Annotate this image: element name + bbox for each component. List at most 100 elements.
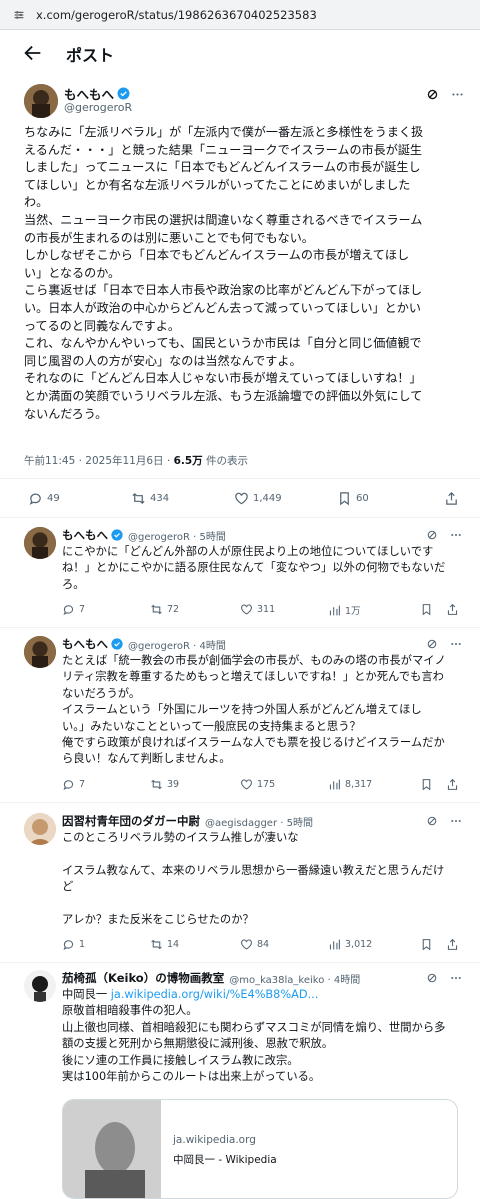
reply-text-line: ないだろうが。 — [62, 686, 141, 700]
repost-button[interactable]: 14 — [150, 938, 179, 951]
reply-text-line: たとえば「統一教会の市長が創価学会の市長が、ものみの塔の市長がマイノ — [62, 654, 446, 667]
post-body-line: しかしなぜそこから「日本でもどんどんイスラームの市長が増えてほし — [24, 248, 410, 263]
bookmark-icon[interactable] — [420, 938, 433, 951]
share-icon[interactable] — [444, 491, 459, 506]
grok-icon[interactable] — [426, 815, 438, 827]
repost-button[interactable]: 434 — [131, 491, 169, 506]
page-header: ポスト — [0, 30, 480, 76]
reply-author-name[interactable]: 因習村青年団のダガー中尉 — [62, 813, 200, 829]
post-timestamp[interactable]: 午前11:45 · 2025年11月6日 · 6.5万 件の表示 — [24, 453, 248, 468]
like-button[interactable]: 311 — [240, 603, 275, 616]
avatar[interactable] — [24, 813, 56, 845]
reply-top-icons — [426, 972, 462, 984]
reply-text-line: 中岡艮一 ja.wikipedia.org/wiki/%E4%B8%AD... — [62, 987, 318, 1003]
avatar[interactable] — [24, 84, 58, 118]
reply-icon — [29, 493, 41, 505]
reply-button[interactable]: 49 — [28, 491, 60, 506]
reply-icon — [63, 605, 74, 616]
share-icon[interactable] — [446, 778, 459, 791]
post-body-line: えるんだ・・・」と競った結果「ニューヨークでイスラームの市長が誕生 — [24, 142, 423, 157]
back-arrow-icon[interactable] — [22, 42, 44, 64]
grok-icon[interactable] — [426, 88, 439, 101]
avatar-image — [24, 527, 56, 559]
post-body-line: しました」ってニュースに「日本でもどんどんイスラームの市長が誕生し — [24, 160, 421, 175]
browser-address-bar[interactable]: x.com/gerogeroR/status/19862636704025235… — [0, 0, 480, 30]
reply-button[interactable]: 7 — [62, 603, 85, 616]
post-body-line: ってるのと同義なんですよ。 — [24, 318, 181, 333]
reply-text-line: ら良い！なんて判断しませんよ。 — [62, 752, 231, 766]
views-button[interactable]: 8,317 — [328, 778, 372, 791]
share-icon[interactable] — [446, 938, 459, 951]
views-icon — [329, 605, 340, 616]
post-body-line: い。日本人が政治の中心からどんどん去って減っていってほしい」とかい — [24, 300, 421, 315]
repost-icon — [132, 492, 145, 505]
repost-button[interactable]: 39 — [150, 778, 179, 791]
reply-author-row: もへもへ @gerogeroR · 4時間 — [62, 636, 226, 652]
reply-meta: @gerogeroR · 5時間 — [128, 531, 226, 543]
bookmark-icon[interactable] — [420, 603, 433, 616]
grok-icon[interactable] — [426, 529, 438, 541]
views-count: 8,317 — [345, 778, 373, 790]
share-icon[interactable] — [446, 603, 459, 616]
bookmark-icon[interactable] — [420, 778, 433, 791]
reply-text-line: イスラム教なんて、本来のリベラル思想から一番縁遠い教えだと思うんだけ — [62, 863, 445, 877]
reply-count: 49 — [47, 493, 60, 504]
reply-author-row: もへもへ @gerogeroR · 5時間 — [62, 527, 226, 543]
repost-button[interactable]: 72 — [150, 603, 179, 616]
post-body-line: 当然、ニューヨーク市民の選択は間違いなく尊重されるべきでイスラーム — [24, 212, 423, 227]
repost-count: 72 — [167, 604, 180, 616]
views-icon — [329, 779, 340, 790]
author-handle[interactable]: @gerogeroR — [64, 101, 132, 114]
like-button[interactable]: 175 — [240, 778, 275, 791]
grok-icon[interactable] — [426, 638, 438, 650]
views-button[interactable]: 1万 — [328, 603, 361, 617]
views-count: 6.5万 — [173, 455, 203, 467]
site-info-icon[interactable] — [12, 8, 26, 22]
repost-count: 434 — [150, 493, 170, 504]
reply-text-line: アレか？また反米をこじらせたのか？ — [62, 913, 254, 926]
more-options-icon[interactable] — [450, 815, 462, 827]
reply-icon — [63, 940, 74, 951]
reply-text-line: イスラームという「外国にルーツを持つ外国人系がどんどん増えてほし — [62, 703, 422, 717]
avatar-image — [24, 84, 58, 118]
bookmark-icon — [340, 492, 349, 506]
like-button[interactable]: 1,449 — [234, 491, 282, 506]
more-options-icon[interactable] — [450, 638, 462, 650]
divider — [0, 478, 480, 479]
divider — [0, 627, 480, 629]
reply-author-name[interactable]: 茄椅孤（Keiko）の博物画教室 — [62, 970, 224, 986]
reply-button[interactable]: 1 — [62, 938, 85, 951]
like-count: 1,449 — [253, 493, 282, 504]
more-options-icon[interactable] — [450, 529, 462, 541]
reply-text-line: 俺ですら政策が良ければイスラームな人でも票を投じるけどイスラームだか — [62, 736, 445, 749]
reply-button[interactable]: 7 — [62, 778, 85, 791]
post-body-line: ちなみに「左派リベラル」が「左派内で僕が一番左派と多様性をうまく扱 — [24, 125, 424, 139]
reply-icon — [63, 780, 74, 790]
reply-text-line: このところリベラル勢のイスラム推しが凄いな — [62, 831, 299, 844]
reply-count: 1 — [79, 939, 86, 951]
post-top-icons — [426, 88, 464, 101]
grok-icon[interactable] — [426, 972, 438, 984]
avatar[interactable] — [24, 636, 56, 668]
more-options-icon[interactable] — [450, 972, 462, 984]
reply-author-name[interactable]: もへもへ — [62, 636, 108, 652]
avatar[interactable] — [24, 527, 56, 559]
avatar[interactable] — [24, 970, 56, 1002]
post-body-line: の市長が生まれるのは別に悪いことでも何でもない。 — [24, 230, 314, 245]
post-body-line: それなのに「どんどん日本人じゃない市長が増えていってほしいすね！」 — [24, 371, 422, 386]
link-preview-card[interactable]: ja.wikipedia.org 中岡艮一 - Wikipedia — [62, 1099, 458, 1199]
page-title: ポスト — [66, 46, 115, 65]
like-button[interactable]: 84 — [240, 938, 269, 951]
wikipedia-link[interactable]: ja.wikipedia.org/wiki/%E4%B8%AD... — [111, 988, 319, 1001]
reply-author-row: 茄椅孤（Keiko）の博物画教室 @mo_ka38la_keiko · 4時間 — [62, 970, 360, 986]
views-button[interactable]: 3,012 — [328, 938, 372, 951]
avatar-image — [24, 636, 56, 668]
bookmark-button[interactable]: 60 — [337, 491, 369, 506]
more-options-icon[interactable] — [451, 88, 464, 101]
reply-text-line: にこやかに「どんどん外部の人が原住民より上の地位についてほしいです — [62, 545, 434, 558]
reply-author-row: 因習村青年団のダガー中尉 @aegisdagger · 5時間 — [62, 813, 313, 829]
post-body-line: てほしい」とか有名な左派リベラルがいってたことにめまいがしました — [24, 177, 411, 192]
reply-text-line: い。」みたいなことといって一般庶民の支持集まると思う？ — [62, 719, 361, 733]
like-icon — [241, 779, 252, 790]
reply-author-name[interactable]: もへもへ — [62, 527, 108, 543]
